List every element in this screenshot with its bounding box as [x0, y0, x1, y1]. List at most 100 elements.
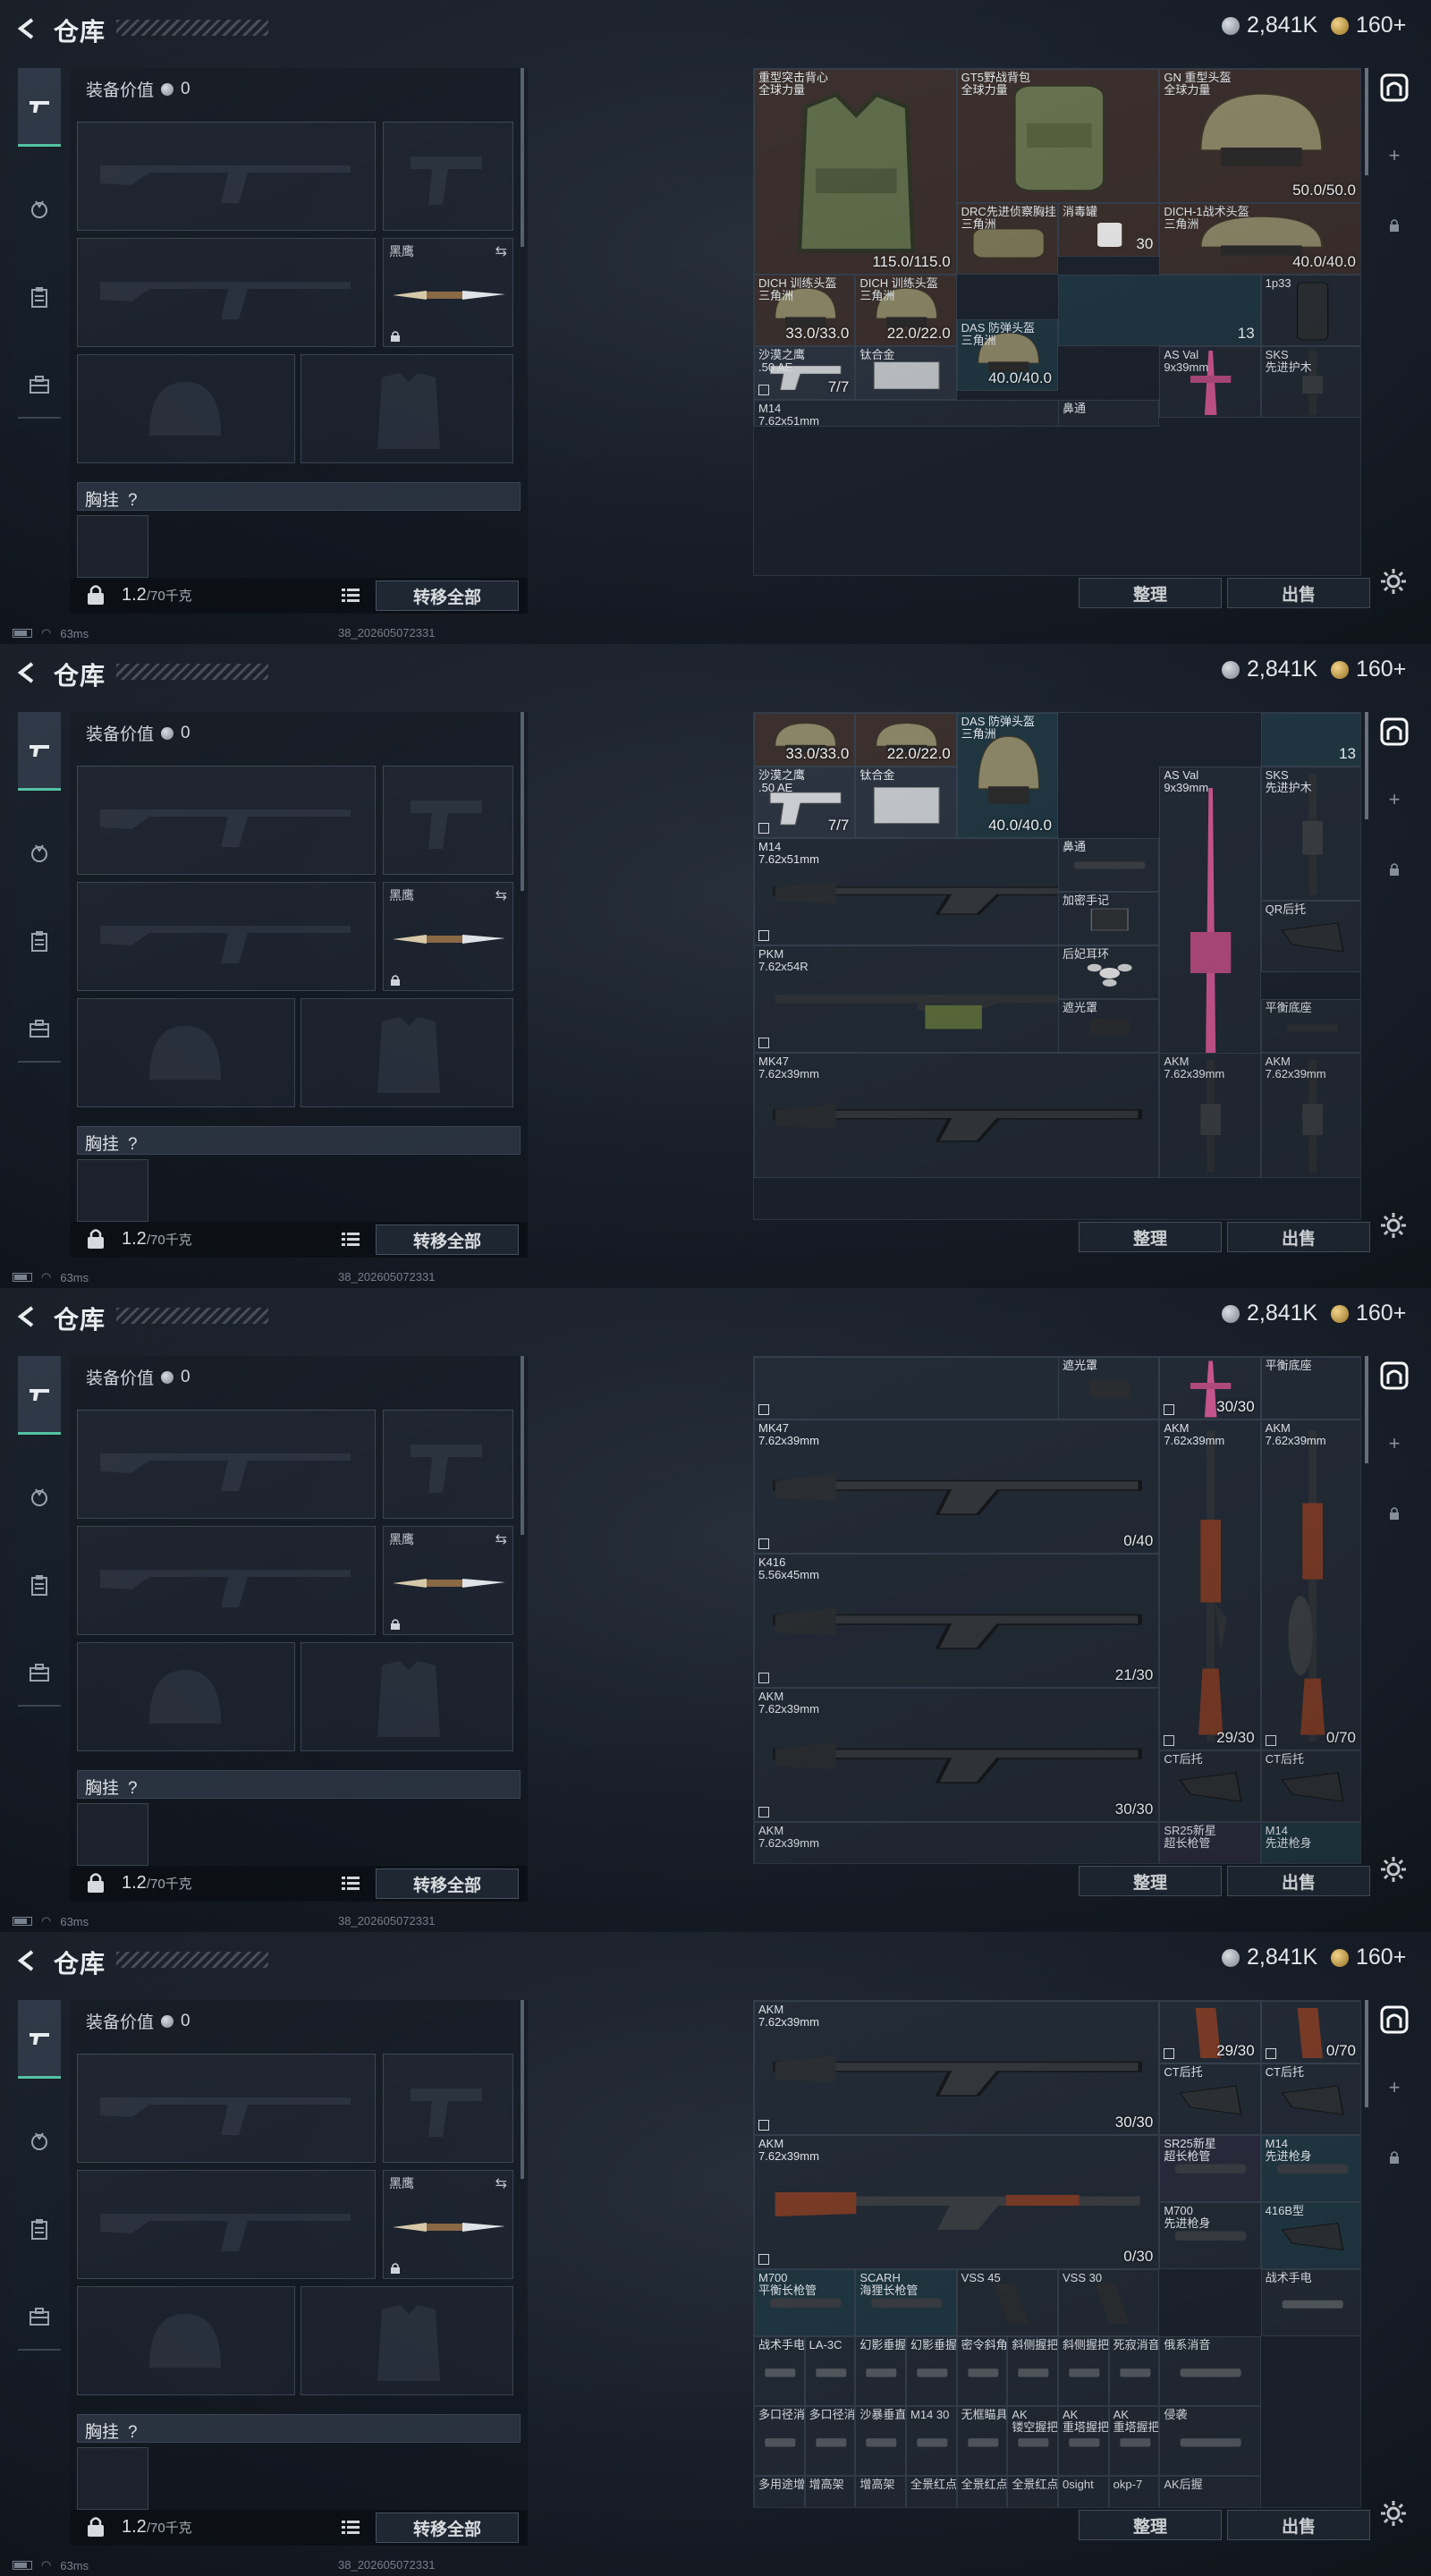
padlock-icon[interactable]: [86, 1871, 106, 1894]
sell-button[interactable]: 出售: [1227, 2510, 1370, 2540]
armor-slot[interactable]: [301, 354, 513, 463]
stash-item[interactable]: 平衡底座: [1260, 1357, 1360, 1419]
silver-currency[interactable]: 2,841K: [1222, 1945, 1317, 1970]
stash-item[interactable]: 钛合金: [855, 767, 957, 838]
stash-item[interactable]: 战术手电: [1260, 2269, 1360, 2336]
stash-item[interactable]: AKM 7.62x39mm 29/30: [1159, 1419, 1261, 1750]
stash-scrollbar[interactable]: [1365, 1356, 1368, 1463]
sell-button[interactable]: 出售: [1227, 578, 1370, 608]
transfer-all-button[interactable]: 转移全部: [376, 2512, 519, 2543]
padlock-icon[interactable]: [86, 1227, 106, 1250]
stash-item[interactable]: 416B型: [1260, 2202, 1360, 2269]
stash-item[interactable]: SR25新星 超长枪管: [1159, 2135, 1261, 2202]
stash-item[interactable]: 沙漠之鹰 .50 AE 7/7: [754, 767, 856, 838]
stash-item[interactable]: 战术手电: [754, 2336, 805, 2406]
nav-briefcase[interactable]: [18, 2277, 61, 2356]
stash-item[interactable]: 遮光罩: [1058, 999, 1160, 1053]
stash-item[interactable]: DICH 训练头盔 三角洲 22.0/22.0: [855, 275, 957, 346]
help-icon[interactable]: ?: [128, 1135, 138, 1154]
stash-item[interactable]: SR25新星 超长枪管: [1159, 1822, 1261, 1863]
stash-item[interactable]: DRC先进侦察胸挂 三角洲: [956, 203, 1058, 275]
stash-item[interactable]: M14 先进枪身: [1260, 1822, 1360, 1863]
sort-button[interactable]: 整理: [1079, 578, 1222, 608]
stash-item[interactable]: DICH-1战术头盔 三角洲 40.0/40.0: [1159, 203, 1360, 275]
nav-medal[interactable]: [18, 1458, 61, 1537]
stash-scrollbar[interactable]: [1365, 68, 1368, 175]
stash-scrollbar[interactable]: [1365, 2000, 1368, 2107]
stash-item[interactable]: 多口径消...: [804, 2406, 856, 2476]
stash-item[interactable]: 沙暴垂直: [855, 2406, 906, 2476]
stash-item[interactable]: AKM 7.62x39mm: [1159, 1053, 1261, 1178]
chest-rig-header[interactable]: 胸挂?: [77, 482, 521, 511]
pistol-slot[interactable]: [383, 766, 513, 875]
stash-item[interactable]: DICH 训练头盔 三角洲 33.0/33.0: [754, 275, 856, 346]
help-icon[interactable]: ?: [128, 1779, 138, 1798]
stash-item[interactable]: AK 重塔握把: [1058, 2406, 1109, 2476]
stash-tab-main[interactable]: [1372, 1356, 1417, 1395]
transfer-all-button[interactable]: 转移全部: [376, 580, 519, 611]
stash-item[interactable]: CT后托: [1260, 1750, 1360, 1822]
transfer-all-button[interactable]: 转移全部: [376, 1224, 519, 1255]
pistol-slot[interactable]: [383, 122, 513, 231]
stash-tab-main[interactable]: [1372, 2000, 1417, 2039]
stash-item[interactable]: 多口径消...: [754, 2406, 805, 2476]
stash-item[interactable]: 重型突击背心 全球力量 115.0/115.0: [754, 69, 957, 275]
stash-item[interactable]: 多用途增高: [754, 2476, 805, 2507]
stash-item[interactable]: 侵袭: [1159, 2406, 1261, 2476]
swap-icon[interactable]: ⇆: [495, 1530, 507, 1548]
stash-item[interactable]: 无框瞄具: [956, 2406, 1008, 2476]
stash-item[interactable]: 13: [1260, 713, 1360, 767]
silver-currency[interactable]: 2,841K: [1222, 13, 1317, 38]
stash-item[interactable]: okp-7: [1108, 2476, 1160, 2507]
stash-item[interactable]: 13: [1058, 275, 1261, 346]
stash-item[interactable]: AKM 7.62x39mm 0/70: [1260, 1419, 1360, 1750]
gold-currency[interactable]: 160+: [1331, 1301, 1406, 1326]
stash-item[interactable]: 鼻通: [1058, 400, 1160, 427]
primary-weapon-slot[interactable]: [77, 1410, 376, 1519]
armor-slot[interactable]: [301, 1642, 513, 1751]
sell-button[interactable]: 出售: [1227, 1866, 1370, 1896]
stash-item[interactable]: CT后托: [1159, 1750, 1261, 1822]
chest-rig-slot[interactable]: [77, 2447, 148, 2510]
stash-item[interactable]: MK47 7.62x39mm: [754, 1053, 1160, 1178]
stash-item[interactable]: SCARH 海狸长枪管: [855, 2269, 957, 2336]
stash-item[interactable]: AK 镂空握把: [1007, 2406, 1058, 2476]
silver-currency[interactable]: 2,841K: [1222, 657, 1317, 682]
nav-clipboard[interactable]: [18, 1546, 61, 1624]
back-button[interactable]: [13, 657, 39, 689]
secondary-weapon-slot[interactable]: [77, 882, 376, 991]
helmet-slot[interactable]: [77, 998, 295, 1107]
stash-item[interactable]: 幻影垂握: [906, 2336, 957, 2406]
nav-clipboard[interactable]: [18, 258, 61, 336]
stash-item[interactable]: 全景红点: [906, 2476, 957, 2507]
stash-item[interactable]: DAS 防弹头盔 三角洲 40.0/40.0: [956, 319, 1058, 391]
back-button[interactable]: [13, 1945, 39, 1977]
list-icon[interactable]: [340, 2517, 361, 2538]
primary-weapon-slot[interactable]: [77, 122, 376, 231]
stash-item[interactable]: VSS 45: [956, 2269, 1058, 2336]
add-icon[interactable]: +: [1372, 780, 1417, 819]
stash-item[interactable]: 沙漠之鹰 .50 AE 7/7: [754, 346, 856, 400]
sort-button[interactable]: 整理: [1079, 2510, 1222, 2540]
nav-clipboard[interactable]: [18, 2190, 61, 2268]
stash-item[interactable]: 钛合金: [855, 346, 957, 400]
stash-item[interactable]: GN 重型头盔 全球力量 50.0/50.0: [1159, 69, 1360, 203]
stash-item[interactable]: 鼻通: [1058, 838, 1160, 892]
nav-medal[interactable]: [18, 170, 61, 249]
stash-item[interactable]: K416 5.56x45mm 21/30: [754, 1554, 1160, 1688]
stash-item[interactable]: 29/30: [1159, 2001, 1261, 2063]
transfer-all-button[interactable]: 转移全部: [376, 1868, 519, 1899]
stash-item[interactable]: SKS 先进护木: [1260, 346, 1360, 418]
stash-item[interactable]: 增高架: [855, 2476, 906, 2507]
stash-tab-main[interactable]: [1372, 712, 1417, 751]
melee-slot[interactable]: 黑鹰 ⇆: [383, 2170, 513, 2279]
stash-item[interactable]: 加密手记: [1058, 892, 1160, 945]
pistol-slot[interactable]: [383, 2054, 513, 2163]
gold-currency[interactable]: 160+: [1331, 13, 1406, 38]
back-button[interactable]: [13, 1301, 39, 1333]
nav-pistol[interactable]: [18, 68, 61, 147]
stash-item[interactable]: 斜侧握把: [1007, 2336, 1058, 2406]
list-icon[interactable]: [340, 1229, 361, 1250]
nav-briefcase[interactable]: [18, 989, 61, 1068]
chest-rig-header[interactable]: 胸挂?: [77, 1770, 521, 1799]
